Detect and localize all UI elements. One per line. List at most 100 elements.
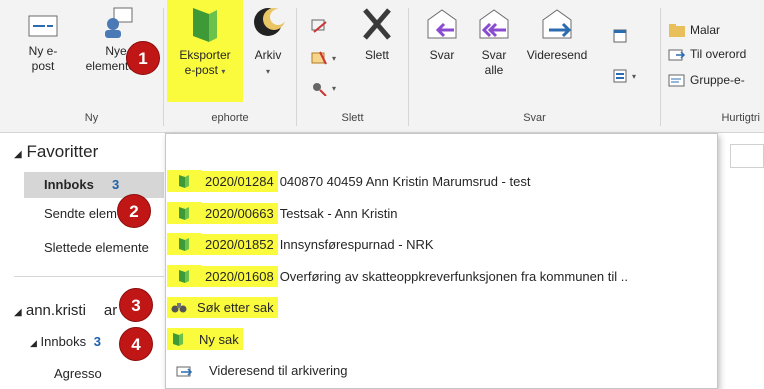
- chevron-down-icon: ▾: [632, 71, 637, 81]
- quick-step-manager-label: Til overord: [690, 47, 747, 61]
- case-code: 2020/00663: [201, 202, 278, 224]
- binoculars-icon: [171, 303, 187, 313]
- reply-label: Svar: [429, 48, 455, 62]
- export-email-label-2: e-post: [184, 63, 218, 77]
- new-email-button[interactable]: Ny e- post: [20, 4, 66, 74]
- more-icon: [613, 69, 627, 83]
- forward-icon: [542, 9, 572, 39]
- reply-icon: [427, 9, 457, 39]
- folder-icon: [669, 24, 685, 37]
- new-case-label: Ny sak: [199, 331, 239, 347]
- callout-badge-4: 4: [119, 327, 153, 361]
- new-case-highlight: Ny sak: [167, 328, 243, 350]
- new-email-label-2: post: [31, 59, 55, 73]
- junk-button[interactable]: ▾: [310, 80, 336, 96]
- quick-step-group-email-label: Gruppe-e-: [690, 73, 745, 87]
- new-items-label-1: Nye: [105, 44, 127, 58]
- chevron-down-icon: ▾: [332, 53, 337, 63]
- inbox2-label: Innboks: [40, 334, 87, 349]
- folder-inbox-favorite[interactable]: Innboks 3: [24, 172, 164, 198]
- quick-step-templates[interactable]: Malar: [668, 22, 720, 38]
- ribbon: Ny e- post Nye elementer ▾ Eksporter e-p…: [0, 0, 764, 133]
- group-separator: [163, 8, 164, 126]
- new-email-label-1: Ny e-: [28, 44, 58, 58]
- delete-label: Slett: [364, 48, 389, 62]
- case-code: 2020/01284: [201, 170, 278, 192]
- favorites-header[interactable]: ◢ Favoritter: [14, 142, 98, 162]
- collapse-triangle-icon: ◢: [30, 338, 37, 348]
- folder-sent[interactable]: Sendte elem: [44, 206, 117, 221]
- search-case-label: Søk etter sak: [197, 299, 274, 315]
- menu-item-search-case[interactable]: Søk etter sak: [167, 294, 278, 320]
- menu-item-case-2[interactable]: 2020/00663 Testsak - Ann Kristin: [167, 200, 397, 226]
- forward-button[interactable]: Videresend: [522, 4, 592, 63]
- inbox-label: Innboks: [44, 177, 94, 192]
- menu-item-case-3[interactable]: 2020/01852 Innsynsførespurnad - NRK: [167, 231, 434, 257]
- group-label-respond: Svar: [523, 112, 546, 124]
- archive-moon-icon: [254, 8, 286, 36]
- deleted-label: Slettede elemente: [44, 240, 149, 255]
- account-label: ann.kristi: [25, 302, 86, 319]
- reply-button[interactable]: Svar: [418, 4, 466, 63]
- delete-button[interactable]: Slett: [354, 4, 400, 63]
- callout-badge-3: 3: [119, 288, 153, 322]
- case-title: Innsynsførespurnad - NRK: [279, 236, 434, 252]
- meeting-icon: [613, 29, 627, 43]
- forward-archive-icon: [167, 362, 201, 378]
- case-code: 2020/01852: [201, 233, 278, 255]
- more-reply-button[interactable]: ▾: [612, 68, 636, 84]
- account-header[interactable]: ◢ ann.kristi ar: [14, 302, 117, 319]
- account-label-suffix: ar: [103, 302, 118, 319]
- group-email-icon: [668, 74, 685, 87]
- export-email-button[interactable]: Eksporter e-post ▾: [167, 0, 243, 102]
- reply-all-icon: [479, 9, 509, 39]
- clean-up-button[interactable]: ▾: [310, 50, 336, 66]
- folder-inbox[interactable]: ◢ Innboks 3: [30, 334, 101, 349]
- quick-step-templates-label: Malar: [690, 23, 721, 37]
- folder-agresso[interactable]: Agresso: [54, 366, 102, 381]
- reply-all-button[interactable]: Svar alle: [470, 4, 518, 78]
- envelope-icon: [28, 15, 58, 37]
- group-label-ephorte: ephorte: [211, 112, 249, 124]
- ignore-button[interactable]: [310, 18, 328, 34]
- menu-item-new-case[interactable]: Ny sak: [167, 326, 243, 352]
- group-label-new: Ny: [84, 112, 99, 124]
- agresso-label: Agresso: [54, 366, 102, 381]
- ignore-icon: [311, 19, 327, 33]
- chevron-down-icon: ▾: [332, 83, 337, 93]
- quick-step-manager[interactable]: Til overord: [668, 46, 746, 62]
- case-title: Testsak - Ann Kristin: [279, 205, 398, 221]
- meeting-button[interactable]: [612, 28, 628, 44]
- divider: [14, 276, 164, 277]
- menu-item-case-1[interactable]: 2020/01284 040870 40459 Ann Kristin Maru…: [167, 168, 530, 194]
- callout-badge-1: 1: [126, 41, 160, 75]
- junk-icon: [313, 83, 327, 96]
- case-title: Overføring av skatteoppkreverfunksjonen …: [279, 268, 628, 284]
- archive-label: Arkiv: [254, 48, 282, 62]
- export-email-label-1: Eksporter: [179, 48, 231, 62]
- quick-step-group-email[interactable]: Gruppe-e-: [668, 72, 745, 88]
- green-folder-icon: [167, 170, 201, 192]
- case-code: 2020/01608: [201, 265, 278, 287]
- reply-all-label-2: alle: [484, 63, 504, 77]
- callout-badge-2: 2: [117, 194, 151, 228]
- delete-x-icon: [363, 8, 391, 40]
- archive-button[interactable]: Arkiv ▾: [246, 4, 290, 79]
- reading-pane: [718, 134, 764, 389]
- forward-label: Videresend: [526, 48, 588, 62]
- favorites-label: Favoritter: [26, 142, 99, 161]
- collapse-triangle-icon: ◢: [14, 149, 22, 160]
- collapse-triangle-icon: ◢: [14, 307, 22, 318]
- group-separator: [296, 8, 297, 126]
- menu-item-forward-archive[interactable]: Videresend til arkivering: [167, 357, 348, 383]
- green-folder-icon: [167, 265, 201, 287]
- reply-all-label-1: Svar: [481, 48, 507, 62]
- search-box[interactable]: [730, 144, 764, 168]
- green-folder-icon: [167, 202, 201, 224]
- folder-deleted[interactable]: Slettede elemente: [44, 240, 149, 255]
- green-folder-icon: [173, 333, 183, 346]
- export-dropdown-menu: 2020/01284 040870 40459 Ann Kristin Maru…: [165, 133, 718, 389]
- group-label-delete: Slett: [341, 112, 364, 124]
- menu-item-case-4[interactable]: 2020/01608 Overføring av skatteoppkrever…: [167, 263, 628, 289]
- forward-archive-label: Videresend til arkivering: [209, 362, 348, 378]
